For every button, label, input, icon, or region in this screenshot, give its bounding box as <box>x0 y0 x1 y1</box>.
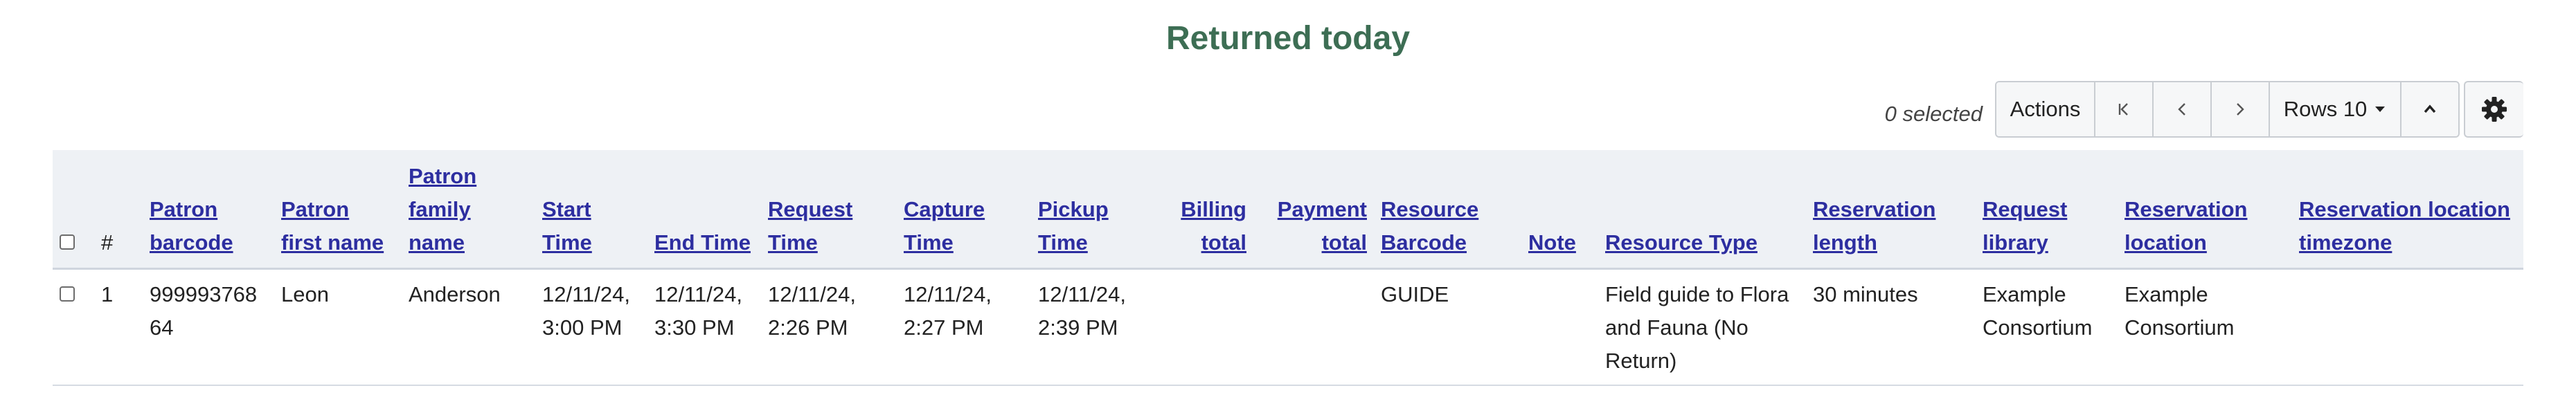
cell-pickup-time: 12/11/24, 2:39 PM <box>1031 268 1150 386</box>
first-page-icon <box>2118 103 2128 116</box>
previous-page-button[interactable] <box>2154 82 2212 136</box>
returned-today-grid: # Patron barcode Patron first name Patro… <box>53 150 2523 386</box>
column-header-resource-type[interactable]: Resource Type <box>1598 150 1806 270</box>
cell-capture-time: 12/11/24, 2:27 PM <box>897 268 1031 386</box>
cell-patron-first-name: Leon <box>274 268 402 386</box>
column-header-patron-family-name[interactable]: Patron family name <box>402 150 535 270</box>
column-header-reservation-location[interactable]: Reservation location <box>2118 150 2292 270</box>
cell-patron-barcode: 99999376864 <box>143 268 274 386</box>
column-header-start-time[interactable]: Start Time <box>535 150 647 270</box>
row-select-checkbox[interactable] <box>60 286 75 302</box>
column-header-capture-time[interactable]: Capture Time <box>897 150 1031 270</box>
sort-end-time-link[interactable]: End Time <box>654 230 751 255</box>
rows-per-page-label: Rows 10 <box>2283 97 2368 121</box>
sort-resource-barcode-link[interactable]: Resource Barcode <box>1381 197 1478 255</box>
gear-icon <box>2482 97 2507 122</box>
column-header-patron-first-name[interactable]: Patron first name <box>274 150 402 270</box>
sort-reservation-length-link[interactable]: Reservation length <box>1813 197 1935 255</box>
page: Returned today 0 selected Actions Rows 1… <box>0 0 2576 406</box>
cell-request-time: 12/11/24, 2:26 PM <box>761 268 897 386</box>
cell-reservation-location: Example Consortium <box>2118 268 2292 386</box>
sort-billing-total-link[interactable]: Billing total <box>1181 197 1246 255</box>
chevron-right-icon <box>2237 103 2244 116</box>
grid-button-group: Actions Rows 10 <box>1995 81 2460 138</box>
sort-patron-first-name-link[interactable]: Patron first name <box>281 197 384 255</box>
actions-button[interactable]: Actions <box>1996 82 2095 136</box>
column-header-reservation-length[interactable]: Reservation length <box>1806 150 1976 270</box>
caret-down-icon <box>2375 107 2386 112</box>
row-select-cell <box>53 268 94 386</box>
next-page-button[interactable] <box>2212 82 2270 136</box>
column-header-pickup-time[interactable]: Pickup Time <box>1031 150 1150 270</box>
column-header-number: # <box>94 150 143 270</box>
select-all-checkbox[interactable] <box>60 234 75 250</box>
sort-start-time-link[interactable]: Start Time <box>542 197 592 255</box>
sort-pickup-time-link[interactable]: Pickup Time <box>1038 197 1109 255</box>
cell-billing-total <box>1150 268 1253 386</box>
chevron-up-icon <box>2424 104 2436 113</box>
column-header-note[interactable]: Note <box>1521 150 1598 270</box>
sort-capture-time-link[interactable]: Capture Time <box>904 197 985 255</box>
sort-reservation-location-link[interactable]: Reservation location <box>2125 197 2247 255</box>
rows-per-page-dropdown[interactable]: Rows 10 <box>2270 82 2401 136</box>
cell-request-library: Example Consortium <box>1976 268 2118 386</box>
cell-resource-barcode: GUIDE <box>1374 268 1521 386</box>
column-header-request-library[interactable]: Request library <box>1976 150 2118 270</box>
sort-payment-total-link[interactable]: Payment total <box>1278 197 1367 255</box>
column-header-request-time[interactable]: Request Time <box>761 150 897 270</box>
sort-request-time-link[interactable]: Request Time <box>768 197 852 255</box>
sort-patron-family-name-link[interactable]: Patron family name <box>409 164 476 255</box>
column-header-billing-total[interactable]: Billing total <box>1150 150 1253 270</box>
cell-note <box>1521 268 1598 386</box>
column-header-reservation-location-timezone[interactable]: Reservation location timezone <box>2292 150 2523 270</box>
column-header-payment-total[interactable]: Payment total <box>1253 150 1374 270</box>
cell-payment-total <box>1253 268 1374 386</box>
page-title: Returned today <box>1165 20 1411 57</box>
sort-request-library-link[interactable]: Request library <box>1983 197 2067 255</box>
cell-resource-type: Field guide to Flora and Fauna (No Retur… <box>1598 268 1806 386</box>
sort-reservation-location-timezone-link[interactable]: Reservation location timezone <box>2299 197 2510 255</box>
sort-note-link[interactable]: Note <box>1528 230 1576 255</box>
selected-count: 0 selected <box>1884 102 1983 126</box>
column-settings-button[interactable] <box>2464 81 2523 138</box>
cell-reservation-location-timezone <box>2292 268 2523 386</box>
column-header-patron-barcode[interactable]: Patron barcode <box>143 150 274 270</box>
grid-toolbar: 0 selected Actions Rows 10 <box>1884 81 2523 138</box>
header-row: # Patron barcode Patron first name Patro… <box>53 150 2523 270</box>
cell-end-time: 12/11/24, 3:30 PM <box>647 268 761 386</box>
cell-patron-family-name: Anderson <box>402 268 535 386</box>
cell-reservation-length: 30 minutes <box>1806 268 1976 386</box>
select-all-cell <box>53 150 94 270</box>
chevron-left-icon <box>2178 103 2185 116</box>
table-row: 1 99999376864 Leon Anderson 12/11/24, 3:… <box>53 268 2523 386</box>
sort-resource-type-link[interactable]: Resource Type <box>1605 230 1757 255</box>
cell-start-time: 12/11/24, 3:00 PM <box>535 268 647 386</box>
column-header-end-time[interactable]: End Time <box>647 150 761 270</box>
cell-number: 1 <box>94 268 143 386</box>
collapse-button[interactable] <box>2401 82 2458 136</box>
first-page-button[interactable] <box>2095 82 2154 136</box>
sort-patron-barcode-link[interactable]: Patron barcode <box>150 197 233 255</box>
column-header-resource-barcode[interactable]: Resource Barcode <box>1374 150 1521 270</box>
